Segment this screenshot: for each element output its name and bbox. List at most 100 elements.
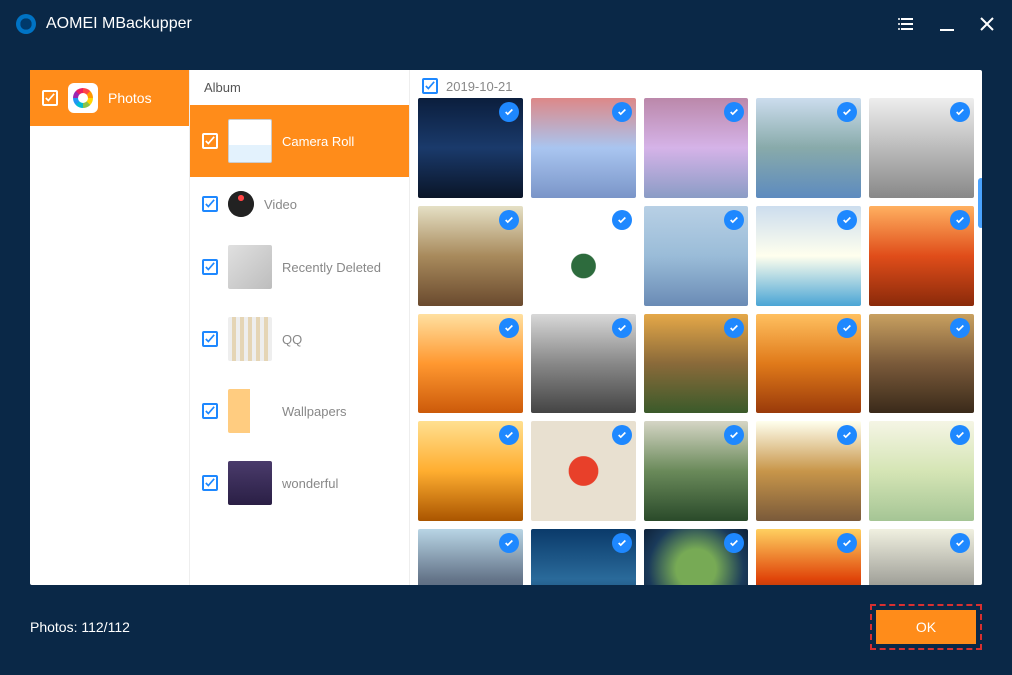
album-sidebar: Album Camera Roll Video Recently Deleted QQ… [190,70,410,585]
album-thumb-icon [228,191,254,217]
photo-tile[interactable] [869,529,974,585]
check-badge-icon[interactable] [499,210,519,230]
album-checkbox[interactable] [202,133,218,149]
album-item-wonderful[interactable]: wonderful [190,447,409,519]
minimize-button[interactable] [938,15,956,33]
photo-tile[interactable] [756,98,861,198]
check-badge-icon[interactable] [612,533,632,553]
check-badge-icon[interactable] [499,102,519,122]
photo-tile[interactable] [756,529,861,585]
album-header: Album [190,70,409,105]
album-label: Recently Deleted [282,260,381,275]
photo-tile[interactable] [756,421,861,521]
check-badge-icon[interactable] [724,533,744,553]
close-button[interactable] [978,15,996,33]
check-badge-icon[interactable] [612,425,632,445]
check-badge-icon[interactable] [724,318,744,338]
check-badge-icon[interactable] [837,210,857,230]
photo-tile[interactable] [418,98,523,198]
album-item-wallpapers[interactable]: Wallpapers [190,375,409,447]
main-panel: Photos Album Camera Roll Video Recently De… [30,70,982,585]
photo-tile[interactable] [644,206,749,306]
photo-tile[interactable] [531,421,636,521]
photos-label: Photos [108,90,152,106]
album-label: Camera Roll [282,134,354,149]
album-checkbox[interactable] [202,196,218,212]
album-checkbox[interactable] [202,403,218,419]
photo-tile[interactable] [869,98,974,198]
album-item-video[interactable]: Video [190,177,409,231]
check-badge-icon[interactable] [724,102,744,122]
album-thumb-icon [228,389,272,433]
check-badge-icon[interactable] [612,318,632,338]
date-checkbox[interactable] [422,78,438,94]
check-badge-icon[interactable] [612,210,632,230]
photo-tile[interactable] [418,529,523,585]
album-checkbox[interactable] [202,331,218,347]
photo-tile[interactable] [756,314,861,414]
app-title: AOMEI MBackupper [46,15,192,33]
album-item-qq[interactable]: QQ [190,303,409,375]
check-badge-icon[interactable] [950,425,970,445]
album-checkbox[interactable] [202,475,218,491]
check-badge-icon[interactable] [499,318,519,338]
album-checkbox[interactable] [202,259,218,275]
check-badge-icon[interactable] [724,210,744,230]
check-badge-icon[interactable] [837,533,857,553]
photos-checkbox[interactable] [42,90,58,106]
album-label: QQ [282,332,302,347]
sidebar-item-photos[interactable]: Photos [30,70,189,126]
photo-tile[interactable] [644,314,749,414]
album-item-recently-deleted[interactable]: Recently Deleted [190,231,409,303]
photo-grid-panel: 2019-10-21 [410,70,982,585]
menu-list-icon[interactable] [898,15,916,33]
photo-tile[interactable] [869,314,974,414]
photo-count-status: Photos: 112/112 [30,619,130,635]
app-logo-icon [16,14,36,34]
photo-tile[interactable] [531,98,636,198]
scrollbar-thumb[interactable] [978,178,982,228]
ok-button[interactable]: OK [876,610,976,644]
album-thumb-icon [228,461,272,505]
album-label: Wallpapers [282,404,347,419]
photo-tile[interactable] [531,314,636,414]
check-badge-icon[interactable] [724,425,744,445]
photo-tile[interactable] [756,206,861,306]
album-thumb-icon [228,317,272,361]
photo-tile[interactable] [644,421,749,521]
album-item-camera-roll[interactable]: Camera Roll [190,105,409,177]
check-badge-icon[interactable] [499,533,519,553]
check-badge-icon[interactable] [950,318,970,338]
photo-tile[interactable] [418,314,523,414]
photo-tile[interactable] [869,206,974,306]
photo-grid [418,98,974,585]
photos-app-icon [68,83,98,113]
title-bar: AOMEI MBackupper [0,0,1012,48]
check-badge-icon[interactable] [499,425,519,445]
photo-tile[interactable] [644,98,749,198]
date-label: 2019-10-21 [446,79,513,94]
album-list: Camera Roll Video Recently Deleted QQ Wallpa… [190,105,409,585]
photo-tile[interactable] [869,421,974,521]
photo-tile[interactable] [418,206,523,306]
photo-tile[interactable] [531,529,636,585]
check-badge-icon[interactable] [950,533,970,553]
photo-tile[interactable] [644,529,749,585]
check-badge-icon[interactable] [837,318,857,338]
check-badge-icon[interactable] [837,102,857,122]
footer-bar: Photos: 112/112 OK [30,597,982,657]
check-badge-icon[interactable] [837,425,857,445]
ok-button-highlight: OK [870,604,982,650]
photo-tile[interactable] [418,421,523,521]
date-group-header[interactable]: 2019-10-21 [410,70,982,98]
window-controls [898,15,996,33]
category-sidebar: Photos [30,70,190,585]
check-badge-icon[interactable] [950,210,970,230]
album-thumb-icon [228,119,272,163]
album-label: Video [264,197,297,212]
check-badge-icon[interactable] [950,102,970,122]
check-badge-icon[interactable] [612,102,632,122]
photo-tile[interactable] [531,206,636,306]
album-thumb-icon [228,245,272,289]
album-label: wonderful [282,476,338,491]
